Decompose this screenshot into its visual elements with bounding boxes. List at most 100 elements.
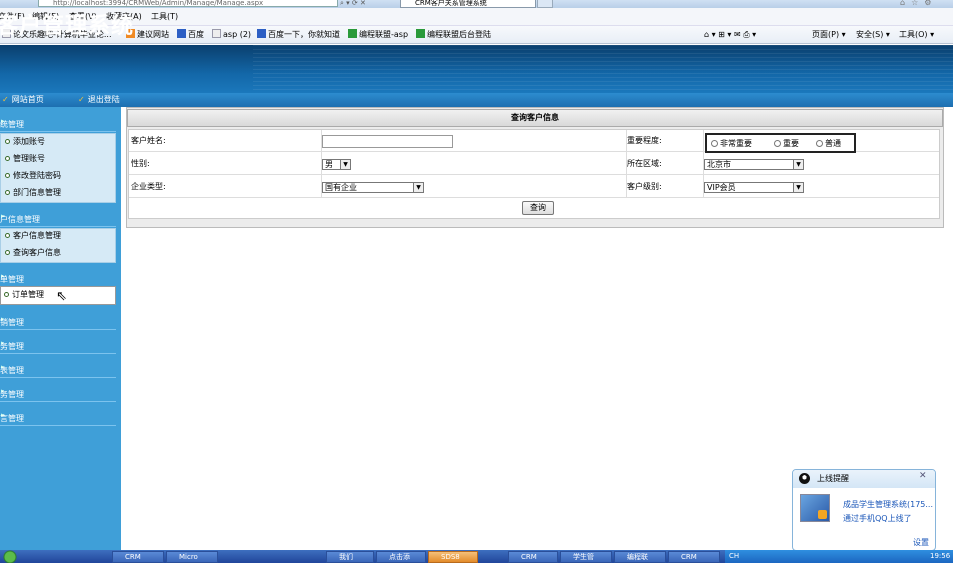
taskbar-item-student[interactable]: 学生管	[560, 551, 612, 563]
sidebar-item-customer-manage[interactable]: 客户信息管理	[5, 229, 61, 243]
sidebar-section-order[interactable]: ▸ 单管理	[0, 271, 116, 287]
avatar[interactable]	[800, 494, 830, 522]
form-row-2	[129, 153, 939, 175]
popup-message: 通过手机QQ上线了	[843, 514, 912, 523]
browser-tab-active[interactable]: CRM客户关系管理系统	[400, 0, 536, 8]
nav-logout[interactable]: ✓ 退出登陆	[78, 94, 120, 106]
check-icon: ✓	[78, 95, 85, 104]
query-button[interactable]: 查询	[522, 201, 554, 215]
radio-normal[interactable]: 普通	[816, 139, 841, 149]
panel-title: 查询客户信息	[127, 109, 943, 127]
chevron-down-icon: ▼	[413, 183, 423, 192]
address-bar-tools[interactable]: ⌕ ▾ ⟳ ✕	[340, 0, 366, 7]
sidebar-section-service[interactable]: ▸ 务管理	[0, 338, 116, 354]
site-icon	[416, 29, 425, 38]
sidebar-section-system[interactable]: ▸ 统管理	[0, 116, 116, 132]
sidebar-section-customer[interactable]: ▸ 户信息管理	[0, 211, 116, 227]
check-icon: ✓	[2, 95, 9, 104]
clock[interactable]: 19:56	[930, 550, 950, 563]
sidebar-item-department[interactable]: 部门信息管理	[5, 186, 61, 200]
sidebar-item-change-password[interactable]: 修改登陆密码	[5, 169, 61, 183]
command-page[interactable]: 页面(P) ▾	[812, 29, 846, 41]
nav-home[interactable]: ✓ 网站首页	[2, 94, 44, 106]
fav-asp[interactable]: asp (2)	[212, 29, 251, 41]
sidebar-section-system-body: 添加账号 管理账号 修改登陆密码 部门信息管理	[0, 133, 116, 203]
bullet-icon	[5, 190, 10, 195]
popup-contact-link[interactable]: 成品学生管理系统(175...	[843, 499, 933, 510]
chevron-down-icon: ▼	[340, 160, 350, 169]
taskbar-item-micro[interactable]: Micro	[166, 551, 218, 563]
site-title: 客户管理系统	[0, 13, 135, 39]
region-select[interactable]: 北京市 ▼	[704, 159, 804, 170]
taskbar-item-crm-1[interactable]: CRM	[112, 551, 164, 563]
taskbar-item-bclm[interactable]: 编程联	[614, 551, 666, 563]
fav-bclm-admin[interactable]: 编程联盟后台登陆	[416, 29, 491, 41]
sidebar-section-report[interactable]: ▸ 表管理	[0, 362, 116, 378]
popup-header	[793, 470, 935, 488]
system-tray[interactable]: CH	[725, 550, 953, 563]
sidebar-item-customer-query[interactable]: 查询客户信息	[5, 246, 61, 260]
menu-tools[interactable]: 工具(T)	[151, 11, 178, 23]
address-bar[interactable]: http://localhost:3994/CRMWeb/Admin/Manag…	[38, 0, 338, 7]
taskbar-item-women[interactable]: 我们	[326, 551, 374, 563]
importance-radio-group: 非常重要 重要 普通	[705, 133, 856, 153]
form-row-3	[129, 176, 939, 198]
radio-icon	[774, 140, 781, 147]
popup-settings-link[interactable]: 设置	[913, 537, 929, 548]
region-label: 所在区域:	[627, 159, 662, 168]
taskbar-item-sds8[interactable]: SDS8	[428, 551, 478, 563]
window-controls[interactable]: ⌂☆⚙	[900, 0, 937, 7]
sidebar-item-manage-account[interactable]: 管理账号	[5, 152, 45, 166]
baidu-icon	[177, 29, 186, 38]
bullet-icon	[5, 139, 10, 144]
popup-title: 上线提醒	[817, 474, 849, 483]
chevron-down-icon: ▼	[793, 160, 803, 169]
taskbar-item-crm-3[interactable]: CRM	[668, 551, 720, 563]
importance-label: 重要程度:	[627, 136, 662, 145]
fav-baidu[interactable]: 百度	[177, 29, 204, 41]
radio-icon	[711, 140, 718, 147]
sidebar-section-customer-body: 客户信息管理 查询客户信息	[0, 228, 116, 263]
sidebar-section-message[interactable]: ▸ 言管理	[0, 410, 116, 426]
start-button[interactable]	[0, 550, 20, 563]
customer-level-label: 客户级别:	[627, 182, 662, 191]
bullet-icon	[4, 292, 9, 297]
radio-important[interactable]: 重要	[774, 139, 799, 149]
qq-penguin-icon	[799, 473, 810, 484]
sidebar-section-task[interactable]: ▸ 务管理	[0, 386, 116, 402]
company-type-label: 企业类型:	[131, 182, 166, 191]
bullet-icon	[5, 233, 10, 238]
customer-level-select[interactable]: VIP会员 ▼	[704, 182, 804, 193]
bullet-icon	[5, 250, 10, 255]
site-banner	[0, 45, 953, 93]
bullet-icon	[5, 156, 10, 161]
sidebar-section-marketing[interactable]: ▸ 销管理	[0, 314, 116, 330]
new-tab-button[interactable]	[537, 0, 553, 8]
page-icon	[212, 29, 221, 38]
fav-bclm-asp[interactable]: 编程联盟-asp	[348, 29, 408, 41]
close-icon[interactable]: ✕	[919, 471, 927, 481]
taskbar-item-dianji[interactable]: 点击添	[376, 551, 426, 563]
taskbar-item-crm-2[interactable]: CRM	[508, 551, 558, 563]
top-nav: ✓ 网站首页 ✓ 退出登陆	[0, 93, 953, 107]
chevron-down-icon: ▼	[793, 183, 803, 192]
customer-name-label: 客户姓名:	[131, 136, 166, 145]
phone-icon	[818, 510, 827, 519]
sidebar-item-add-account[interactable]: 添加账号	[5, 135, 45, 149]
gender-label: 性别:	[131, 159, 150, 168]
gender-select[interactable]: 男 ▼	[322, 159, 351, 170]
fav-baidu-search[interactable]: 百度一下，你就知道	[257, 29, 340, 41]
command-safety[interactable]: 安全(S) ▾	[856, 29, 890, 41]
radio-icon	[816, 140, 823, 147]
command-icons[interactable]: ⌂ ▾ ⊞ ▾ ✉ ⎙ ▾	[704, 29, 756, 41]
radio-very-important[interactable]: 非常重要	[711, 139, 752, 149]
bullet-icon	[5, 173, 10, 178]
site-icon	[348, 29, 357, 38]
baidu-icon	[257, 29, 266, 38]
sidebar-item-order-label: 订单管理	[4, 288, 44, 302]
customer-name-input[interactable]	[322, 135, 453, 148]
menu-bar: 文件(F) 编辑(E) 查看(V) 收藏夹(A) 工具(T)	[0, 8, 953, 26]
mouse-cursor-icon: ⇖	[56, 289, 67, 304]
company-type-select[interactable]: 国有企业 ▼	[322, 182, 424, 193]
command-tools[interactable]: 工具(O) ▾	[899, 29, 934, 41]
